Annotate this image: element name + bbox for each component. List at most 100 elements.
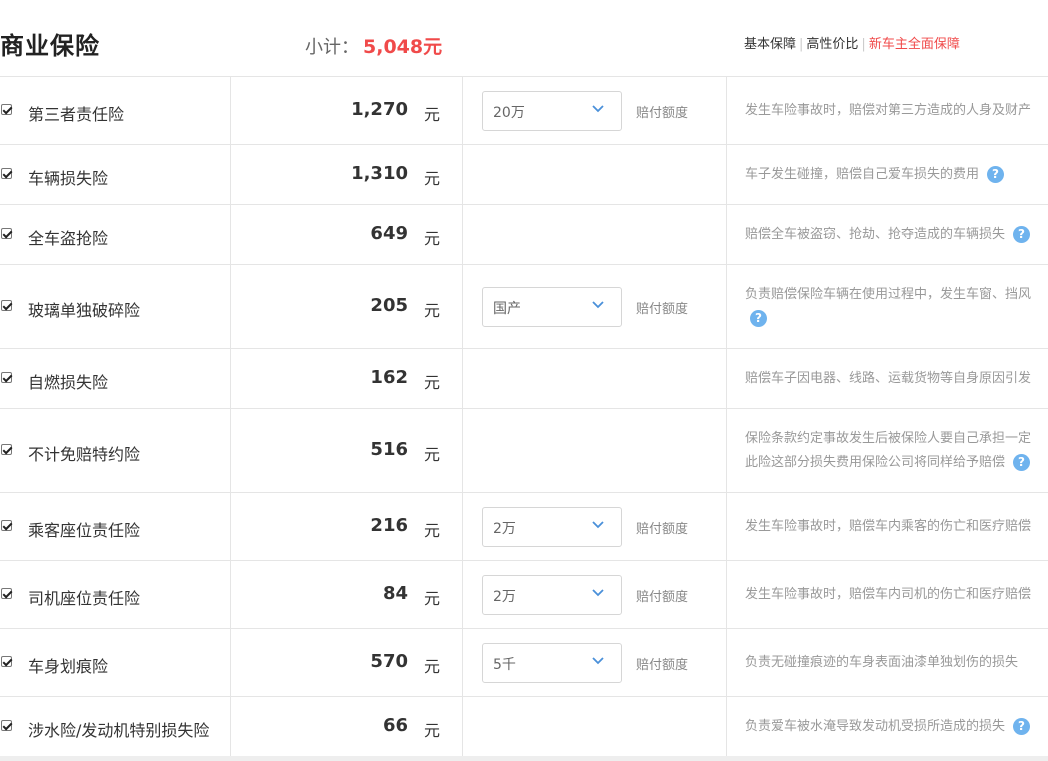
column-divider <box>230 205 231 264</box>
price-unit: 元 <box>424 657 441 676</box>
description-text: 赔偿车子因电器、线路、运载货物等自身原因引发 <box>745 371 1032 386</box>
description-text: 负责赔偿保险车辆在使用过程中，发生车窗、挡风 <box>745 287 1032 302</box>
description-text: 负责爱车被水淹导致发动机受损所造成的损失 <box>745 719 1006 734</box>
table-row: 不计免赔特约险 516 元 保险条款约定事故发生后被保险人要自己承担一定 此险这部分损失… <box>0 409 1048 493</box>
coverage-label: 赔付额度 <box>636 522 689 537</box>
table-row: 车身划痕险 570 元 5千 赔付额度 负责无碰撞痕迹的车身表面油漆单独划伤的损失 <box>0 629 1048 697</box>
coverage-label: 赔付额度 <box>636 106 689 121</box>
column-divider <box>462 349 463 408</box>
column-divider <box>230 145 231 204</box>
price-unit: 元 <box>424 169 441 188</box>
help-icon[interactable]: ? <box>1013 718 1031 735</box>
table-row: 乘客座位责任险 216 元 2万 赔付额度 发生车险事故时，赔偿车内乘客的伤亡和医疗赔偿 <box>0 493 1048 561</box>
coverage-select-value: 5千 <box>493 657 516 673</box>
description-line: ? <box>745 307 1048 331</box>
table-row: 自燃损失险 162 元 赔偿车子因电器、线路、运载货物等自身原因引发 <box>0 349 1048 409</box>
insurance-price: 216 <box>370 515 408 536</box>
table-row: 第三者责任险 1,270 元 20万 赔付额度 发生车险事故时，赔偿对第三方造成的人身及财… <box>0 77 1048 145</box>
insurance-description: 车子发生碰撞，赔偿自己爱车损失的费用? <box>745 163 1048 187</box>
insurance-name: 自燃损失险 <box>28 373 109 392</box>
insurance-price: 84 <box>382 583 408 604</box>
column-divider <box>726 265 727 348</box>
insurance-name: 涉水险/发动机特别损失险 <box>28 721 210 740</box>
description-line: 赔偿全车被盗窃、抢劫、抢夺造成的车辆损失? <box>745 223 1048 247</box>
coverage-select[interactable]: 5千 <box>482 643 622 683</box>
insurance-name: 玻璃单独破碎险 <box>28 301 141 320</box>
plan-selector: 基本保障 | 高性价比 | 新车主全面保障 <box>744 33 960 52</box>
insurance-checkbox[interactable] <box>1 588 12 599</box>
column-divider <box>230 629 231 696</box>
help-icon[interactable]: ? <box>1013 226 1031 243</box>
plan-basic[interactable]: 基本保障 <box>744 37 796 52</box>
insurance-name: 车辆损失险 <box>28 169 109 188</box>
description-line: 发生车险事故时，赔偿车内乘客的伤亡和医疗赔偿 <box>745 515 1048 539</box>
subtotal-amount: 5,048元 <box>363 36 443 58</box>
insurance-name: 第三者责任险 <box>28 105 125 124</box>
insurance-description: 发生车险事故时，赔偿车内乘客的伤亡和医疗赔偿 <box>745 515 1048 539</box>
description-line: 此险这部分损失费用保险公司将同样给予赔偿? <box>745 451 1048 475</box>
insurance-checkbox[interactable] <box>1 300 12 311</box>
help-icon[interactable]: ? <box>1013 454 1031 471</box>
plan-value[interactable]: 高性价比 <box>806 37 858 52</box>
insurance-table: 第三者责任险 1,270 元 20万 赔付额度 发生车险事故时，赔偿对第三方造成的人身及财… <box>0 77 1048 757</box>
bottom-bar <box>0 756 1048 761</box>
description-line: 负责爱车被水淹导致发动机受损所造成的损失? <box>745 715 1048 739</box>
column-divider <box>230 697 231 756</box>
insurance-name: 全车盗抢险 <box>28 229 109 248</box>
help-icon[interactable]: ? <box>750 310 767 327</box>
chevron-down-icon <box>592 521 604 529</box>
description-text: 此险这部分损失费用保险公司将同样给予赔偿 <box>745 455 1006 470</box>
chevron-down-icon <box>592 301 604 309</box>
insurance-price: 1,270 <box>351 99 408 120</box>
column-divider <box>726 629 727 696</box>
chevron-down-icon <box>592 589 604 597</box>
insurance-description: 负责无碰撞痕迹的车身表面油漆单独划伤的损失 <box>745 651 1048 675</box>
description-text: 车子发生碰撞，赔偿自己爱车损失的费用 <box>745 167 980 182</box>
insurance-checkbox[interactable] <box>1 104 12 115</box>
coverage-select[interactable]: 国产 <box>482 287 622 327</box>
plan-new-owner[interactable]: 新车主全面保障 <box>869 37 960 52</box>
description-line: 保险条款约定事故发生后被保险人要自己承担一定 <box>745 427 1048 451</box>
insurance-description: 负责赔偿保险车辆在使用过程中，发生车窗、挡风? <box>745 283 1048 331</box>
coverage-label: 赔付额度 <box>636 590 689 605</box>
description-text: 赔偿全车被盗窃、抢劫、抢夺造成的车辆损失 <box>745 227 1006 242</box>
price-unit: 元 <box>424 589 441 608</box>
insurance-checkbox[interactable] <box>1 444 12 455</box>
column-divider <box>462 697 463 756</box>
coverage-select[interactable]: 2万 <box>482 575 622 615</box>
insurance-checkbox[interactable] <box>1 656 12 667</box>
description-text: 保险条款约定事故发生后被保险人要自己承担一定 <box>745 431 1032 446</box>
column-divider <box>726 77 727 144</box>
coverage-select[interactable]: 20万 <box>482 91 622 131</box>
coverage-select-value: 2万 <box>493 521 516 537</box>
description-text: 负责无碰撞痕迹的车身表面油漆单独划伤的损失 <box>745 655 1019 670</box>
insurance-price: 162 <box>370 367 408 388</box>
column-divider <box>462 493 463 560</box>
page-title: 商业保险 <box>0 32 100 60</box>
insurance-checkbox[interactable] <box>1 228 12 239</box>
insurance-price: 516 <box>370 439 408 460</box>
description-line: 车子发生碰撞，赔偿自己爱车损失的费用? <box>745 163 1048 187</box>
price-unit: 元 <box>424 521 441 540</box>
plan-divider: | <box>799 37 804 52</box>
description-text: 发生车险事故时，赔偿对第三方造成的人身及财产 <box>745 103 1032 118</box>
price-unit: 元 <box>424 721 441 740</box>
column-divider <box>462 629 463 696</box>
insurance-price: 649 <box>370 223 408 244</box>
description-line: 负责无碰撞痕迹的车身表面油漆单独划伤的损失 <box>745 651 1048 675</box>
insurance-price: 1,310 <box>351 163 408 184</box>
insurance-checkbox[interactable] <box>1 520 12 531</box>
column-divider <box>726 697 727 756</box>
column-divider <box>726 409 727 492</box>
insurance-checkbox[interactable] <box>1 372 12 383</box>
help-icon[interactable]: ? <box>987 166 1005 183</box>
insurance-checkbox[interactable] <box>1 168 12 179</box>
table-row: 全车盗抢险 649 元 赔偿全车被盗窃、抢劫、抢夺造成的车辆损失? <box>0 205 1048 265</box>
description-line: 赔偿车子因电器、线路、运载货物等自身原因引发 <box>745 367 1048 391</box>
coverage-select[interactable]: 2万 <box>482 507 622 547</box>
column-divider <box>726 561 727 628</box>
insurance-checkbox[interactable] <box>1 720 12 731</box>
chevron-down-icon <box>592 657 604 665</box>
column-divider <box>726 205 727 264</box>
insurance-price: 205 <box>370 295 408 316</box>
